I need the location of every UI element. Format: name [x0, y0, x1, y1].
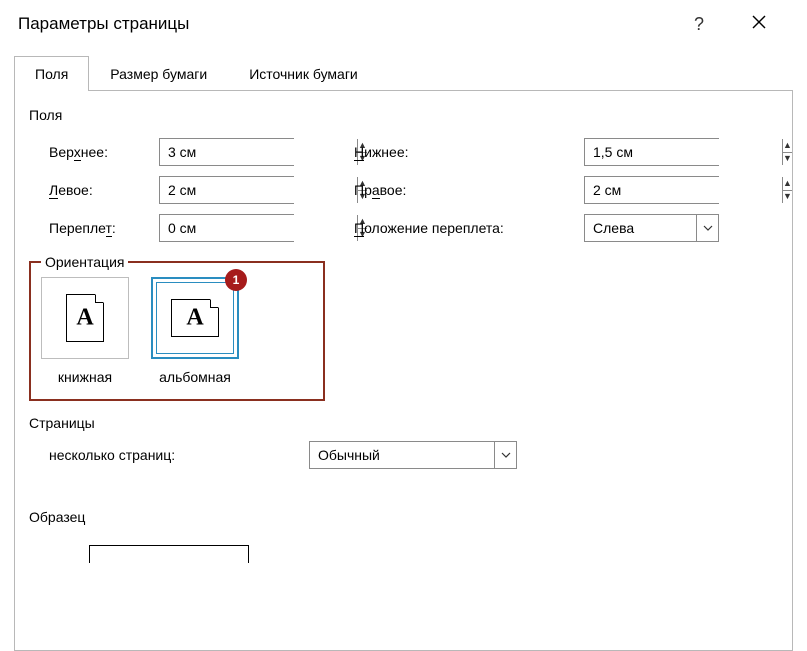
chevron-down-icon: [696, 215, 718, 241]
sample-preview: [89, 545, 249, 563]
portrait-icon: A: [41, 277, 129, 359]
left-margin-spinner[interactable]: ▲▼: [159, 176, 294, 204]
pages-section: Страницы несколько страниц: Обычный: [29, 415, 778, 469]
right-margin-input[interactable]: [585, 177, 782, 203]
chevron-down-icon: [494, 442, 516, 468]
gutter-position-value: Слева: [585, 215, 696, 241]
sample-section: Образец: [29, 509, 778, 563]
multiple-pages-select[interactable]: Обычный: [309, 441, 517, 469]
margins-section-label: Поля: [29, 107, 778, 123]
titlebar: Параметры страницы ?: [0, 0, 807, 48]
spin-up-icon[interactable]: ▲: [783, 139, 792, 153]
right-margin-spinner[interactable]: ▲▼: [584, 176, 719, 204]
gutter-label: Переплет:: [49, 220, 159, 236]
spinner-buttons[interactable]: ▲▼: [782, 139, 792, 165]
multiple-pages-value: Обычный: [310, 442, 494, 468]
orientation-section-label: Ориентация: [41, 254, 128, 270]
spin-up-icon[interactable]: ▲: [783, 177, 792, 191]
left-margin-input[interactable]: [160, 177, 357, 203]
annotation-badge: 1: [225, 269, 247, 291]
tab-margins[interactable]: Поля: [14, 56, 89, 91]
gutter-position-label: Положение переплета:: [354, 220, 584, 236]
landscape-icon: A 1: [151, 277, 239, 359]
gutter-spinner[interactable]: ▲▼: [159, 214, 294, 242]
bottom-margin-spinner[interactable]: ▲▼: [584, 138, 719, 166]
landscape-label: альбомная: [151, 369, 239, 385]
multiple-pages-label: несколько страниц:: [49, 447, 309, 463]
orientation-portrait[interactable]: A книжная: [41, 277, 129, 385]
spin-down-icon[interactable]: ▼: [783, 153, 792, 166]
top-margin-spinner[interactable]: ▲▼: [159, 138, 294, 166]
margins-fields: Верхнее: ▲▼ Нижнее: ▲▼ Левое: ▲▼ Правое:…: [49, 133, 778, 247]
top-margin-label: Верхнее:: [49, 144, 159, 160]
orientation-landscape[interactable]: A 1 альбомная: [151, 277, 239, 385]
sample-section-label: Образец: [29, 509, 778, 525]
top-margin-input[interactable]: [160, 139, 357, 165]
spin-down-icon[interactable]: ▼: [783, 191, 792, 204]
tab-source[interactable]: Источник бумаги: [228, 56, 379, 91]
close-button[interactable]: [729, 14, 789, 34]
bottom-margin-input[interactable]: [585, 139, 782, 165]
close-icon: [752, 15, 766, 29]
dialog-title: Параметры страницы: [18, 14, 669, 34]
orientation-highlight-box: Ориентация A книжная A 1 альбомная: [29, 261, 325, 401]
tabs: Поля Размер бумаги Источник бумаги: [14, 56, 793, 91]
bottom-margin-label: Нижнее:: [354, 144, 584, 160]
spinner-buttons[interactable]: ▲▼: [782, 177, 792, 203]
right-margin-label: Правое:: [354, 182, 584, 198]
left-margin-label: Левое:: [49, 182, 159, 198]
tab-panel: Поля Верхнее: ▲▼ Нижнее: ▲▼ Левое: ▲▼ Пр…: [14, 91, 793, 651]
tab-paper[interactable]: Размер бумаги: [89, 56, 228, 91]
help-button[interactable]: ?: [669, 14, 729, 35]
gutter-position-select[interactable]: Слева: [584, 214, 719, 242]
portrait-label: книжная: [41, 369, 129, 385]
pages-section-label: Страницы: [29, 415, 778, 431]
gutter-input[interactable]: [160, 215, 357, 241]
